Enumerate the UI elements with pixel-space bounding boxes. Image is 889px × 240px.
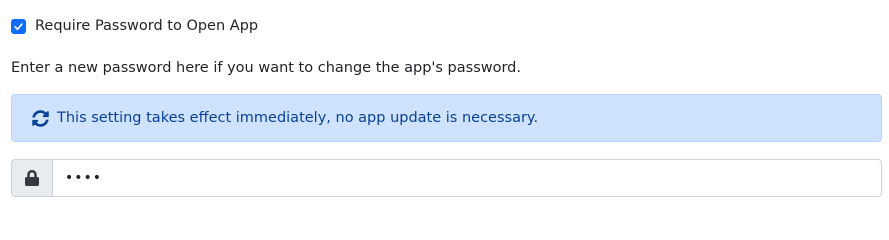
require-password-checkbox[interactable] [11, 18, 26, 34]
alert-message: This setting takes effect immediately, n… [57, 110, 539, 126]
password-input-group [11, 159, 882, 197]
password-input[interactable] [52, 159, 882, 197]
lock-icon [11, 159, 52, 197]
info-alert: This setting takes effect immediately, n… [11, 94, 882, 142]
require-password-label[interactable]: Require Password to Open App [35, 16, 258, 36]
password-help-text: Enter a new password here if you want to… [11, 60, 521, 76]
checkmark-icon [14, 22, 23, 30]
sync-icon [31, 109, 49, 127]
require-password-row: Require Password to Open App [11, 16, 258, 36]
